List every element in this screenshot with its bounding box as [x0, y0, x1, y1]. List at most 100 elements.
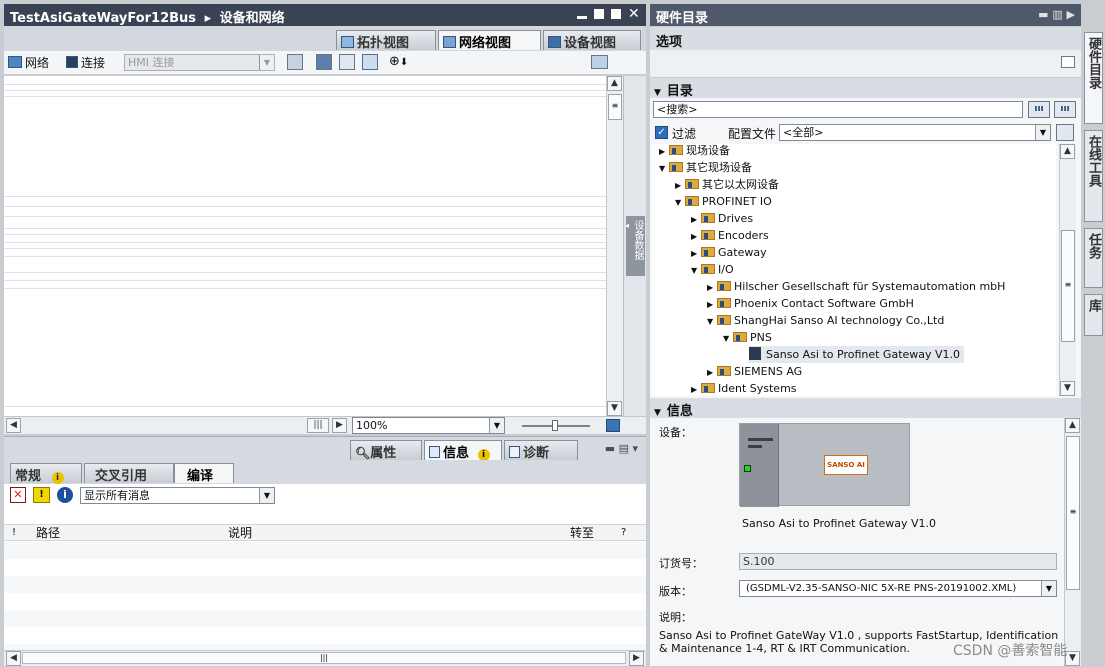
tree-item[interactable]: ▼ PNS: [723, 329, 772, 346]
fit-view-icon[interactable]: [606, 419, 620, 432]
panel-controls[interactable]: ▬ ▤ ▾: [605, 442, 638, 455]
side-tab-libraries[interactable]: 库: [1084, 294, 1103, 336]
table-tool-button[interactable]: [362, 54, 378, 70]
tree-item[interactable]: ▶ SIEMENS AG: [707, 363, 802, 380]
device-data-strip[interactable]: 设备数据 ◂: [623, 76, 646, 416]
chevron-left-icon[interactable]: ◀: [6, 651, 21, 666]
col-help[interactable]: ?: [621, 525, 626, 541]
chevron-right-icon[interactable]: ▶: [707, 364, 717, 381]
tree-item[interactable]: ▼ ShangHai Sanso AI technology Co.,Ltd: [707, 312, 944, 329]
chevron-down-icon[interactable]: ▼: [607, 401, 622, 416]
subtab-cross-reference[interactable]: 交叉引用: [84, 463, 174, 484]
grid-tool-button[interactable]: [339, 54, 355, 70]
tree-item[interactable]: ▶ Ident Systems: [691, 380, 797, 396]
col-description[interactable]: 说明: [228, 525, 252, 541]
overview-tool-button[interactable]: [591, 54, 608, 69]
chevron-right-icon[interactable]: ▶: [332, 418, 347, 433]
search-down-button[interactable]: ııı: [1028, 101, 1050, 118]
tree-item[interactable]: ▼ PROFINET IO: [675, 193, 772, 210]
tree-item[interactable]: ▶ 现场设备: [659, 144, 730, 159]
catalog-search-input[interactable]: <搜索>: [653, 101, 1023, 118]
tree-item[interactable]: ▶ Hilscher Gesellschaft für Systemautomat…: [707, 278, 1005, 295]
tree-item[interactable]: ▼ I/O: [691, 261, 734, 278]
zoom-tool-button[interactable]: ⊕⬇: [389, 54, 408, 69]
maximize-button[interactable]: [611, 9, 621, 19]
tab-network-view[interactable]: 网络视图: [438, 30, 541, 51]
tab-diagnostics[interactable]: 诊断: [504, 440, 578, 461]
tab-topology-view[interactable]: 拓扑视图: [336, 30, 436, 51]
tab-device-view[interactable]: 设备视图: [543, 30, 641, 51]
options-collapse-icon[interactable]: [1061, 56, 1075, 68]
tab-info[interactable]: 信息 i: [424, 440, 502, 461]
side-tab-online-tools[interactable]: 在线工具: [1084, 130, 1103, 222]
connect-tool-button[interactable]: 连接: [66, 54, 105, 71]
col-goto[interactable]: 转至: [570, 525, 594, 541]
error-filter-icon[interactable]: ✕: [10, 487, 26, 503]
chevron-right-icon[interactable]: ▶: [707, 279, 717, 296]
zoom-slider-handle[interactable]: [552, 420, 558, 431]
highlight-tool-button[interactable]: [316, 54, 332, 70]
tree-item[interactable]: ▼ 其它现场设备: [659, 159, 752, 176]
catalog-window-controls[interactable]: ▬ ▥ ▶: [1038, 8, 1075, 21]
subtab-general[interactable]: 常规 i: [10, 463, 82, 484]
chevron-left-icon[interactable]: ◀: [6, 418, 21, 433]
tree-item[interactable]: ▶ Gateway: [691, 244, 767, 261]
tree-item[interactable]: ▶ Phoenix Contact Software GmbH: [707, 295, 914, 312]
warning-filter-icon[interactable]: !: [33, 487, 50, 503]
scroll-thumb[interactable]: ≡: [1066, 436, 1080, 590]
chevron-right-icon[interactable]: ▶: [707, 296, 717, 313]
network-canvas[interactable]: [4, 76, 606, 416]
tree-item[interactable]: ▶ Drives: [691, 210, 753, 227]
filter-checkbox[interactable]: ✓: [655, 126, 668, 139]
close-button[interactable]: ✕: [628, 7, 640, 21]
chevron-right-icon[interactable]: ▶: [691, 381, 701, 396]
chevron-down-icon[interactable]: ▼: [707, 313, 717, 330]
side-tab-hardware-catalog[interactable]: 硬件目录: [1084, 32, 1103, 124]
chevron-down-icon[interactable]: ▼: [675, 194, 685, 211]
profile-select[interactable]: <全部> ▼: [779, 124, 1051, 141]
tree-item[interactable]: ▶ Encoders: [691, 227, 769, 244]
profile-manage-icon[interactable]: [1056, 124, 1074, 141]
chevron-up-icon[interactable]: ▲: [1065, 418, 1080, 433]
directory-header[interactable]: ▼ 目录: [650, 78, 1081, 99]
restore-button[interactable]: [594, 9, 604, 19]
catalog-tree-scrollbar[interactable]: ▲ ≡ ▼: [1059, 144, 1076, 396]
network-tool-button[interactable]: 网络: [8, 54, 49, 71]
chevron-right-icon[interactable]: ▶: [629, 651, 644, 666]
search-up-button[interactable]: ııı: [1054, 101, 1076, 118]
collapse-arrow-icon[interactable]: ◂: [625, 221, 629, 230]
scroll-thumb-horizontal[interactable]: |||: [307, 418, 329, 433]
chevron-right-icon[interactable]: ▶: [659, 144, 669, 160]
chevron-right-icon[interactable]: ▶: [675, 177, 685, 194]
chevron-down-icon[interactable]: ▼: [1060, 381, 1075, 396]
chevron-down-icon[interactable]: ▼: [691, 262, 701, 279]
version-select[interactable]: (GSDML-V2.35-SANSO-NIC 5X-RE PNS-2019100…: [739, 580, 1057, 597]
info-scrollbar[interactable]: ▲ ≡ ▼: [1064, 418, 1081, 666]
chevron-right-icon[interactable]: ▶: [691, 245, 701, 262]
chevron-down-icon[interactable]: ▼: [659, 160, 669, 177]
chevron-right-icon[interactable]: ▶: [691, 228, 701, 245]
chevron-up-icon[interactable]: ▲: [1060, 144, 1075, 159]
scroll-thumb[interactable]: ≡: [1061, 230, 1075, 342]
info-header[interactable]: ▼ 信息: [650, 398, 1081, 419]
chevron-right-icon[interactable]: ▶: [691, 211, 701, 228]
chevron-up-icon[interactable]: ▲: [607, 76, 622, 91]
canvas-vertical-scrollbar[interactable]: ▲ ≡ ▼: [606, 76, 623, 416]
zoom-slider[interactable]: [522, 420, 590, 431]
minimize-button[interactable]: [577, 16, 587, 19]
address-tool-button[interactable]: [287, 54, 303, 70]
zoom-select[interactable]: 100% ▼: [352, 417, 505, 434]
tab-properties[interactable]: 🔍︎属性: [350, 440, 422, 461]
scroll-thumb[interactable]: ≡: [608, 94, 622, 120]
subtab-compile[interactable]: 编译: [174, 463, 234, 484]
tree-item[interactable]: ▶ 其它以太网设备: [675, 176, 779, 193]
info-filter-icon[interactable]: i: [57, 487, 73, 503]
tree-item-selected[interactable]: Sanso Asi to Profinet Gateway V1.0: [749, 346, 965, 363]
connection-type-select[interactable]: HMI 连接 ▼: [124, 54, 275, 71]
side-tab-tasks[interactable]: 任务: [1084, 228, 1103, 288]
chevron-down-icon[interactable]: ▼: [723, 330, 733, 347]
scroll-thumb-horizontal[interactable]: |||: [22, 652, 626, 664]
inspector-hscrollbar[interactable]: ◀ ||| ▶: [4, 650, 646, 666]
message-filter-select[interactable]: 显示所有消息 ▼: [80, 487, 275, 504]
col-path[interactable]: 路径: [36, 525, 60, 541]
